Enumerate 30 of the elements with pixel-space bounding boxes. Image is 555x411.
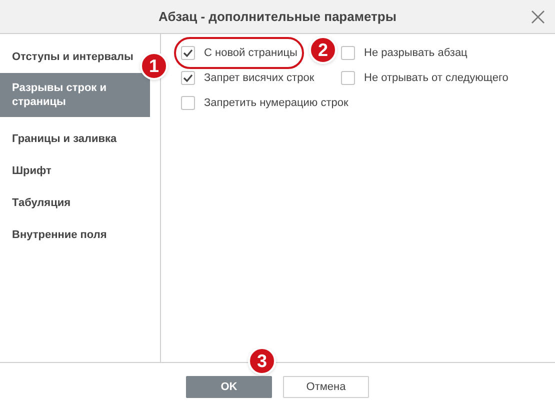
step-badge: 2 bbox=[309, 36, 337, 64]
step-badge: 3 bbox=[248, 347, 276, 375]
checkbox-option[interactable]: Не разрывать абзац bbox=[341, 44, 468, 62]
checkbox-option[interactable]: С новой страницы bbox=[181, 44, 298, 62]
step-badge: 1 bbox=[140, 52, 168, 80]
sidebar-item[interactable]: Отступы и интервалы bbox=[0, 41, 136, 73]
option-label: Запретить нумерацию строк bbox=[204, 96, 348, 111]
option-label: Запрет висячих строк bbox=[204, 70, 314, 86]
sidebar-item[interactable]: Шрифт bbox=[0, 155, 54, 187]
sidebar-item[interactable]: Разрывы строк и страницы bbox=[0, 73, 150, 117]
close-icon[interactable] bbox=[531, 10, 545, 24]
checkbox[interactable] bbox=[341, 46, 355, 60]
checkbox-option[interactable]: Не отрывать от следующего bbox=[341, 69, 508, 87]
checkbox[interactable] bbox=[181, 71, 195, 85]
ok-button[interactable]: OK bbox=[186, 376, 272, 398]
checkbox[interactable] bbox=[181, 46, 195, 60]
check-icon bbox=[183, 74, 193, 82]
checkbox-option[interactable]: Запретить нумерацию строк bbox=[181, 94, 348, 112]
option-label: С новой страницы bbox=[204, 46, 298, 61]
checkbox-option[interactable]: Запрет висячих строк bbox=[181, 69, 314, 87]
sidebar-item[interactable]: Внутренние поля bbox=[0, 219, 109, 251]
window-title: Абзац - дополнительные параметры bbox=[158, 8, 396, 26]
option-label: Не отрывать от следующего bbox=[364, 70, 508, 86]
checkbox[interactable] bbox=[341, 71, 355, 85]
cancel-button[interactable]: Отмена bbox=[283, 376, 369, 398]
check-icon bbox=[183, 49, 193, 57]
sidebar-item[interactable]: Табуляция bbox=[0, 187, 73, 219]
checkbox[interactable] bbox=[181, 96, 195, 110]
option-label: Не разрывать абзац bbox=[364, 46, 468, 61]
sidebar-item[interactable]: Границы и заливка bbox=[0, 123, 119, 155]
